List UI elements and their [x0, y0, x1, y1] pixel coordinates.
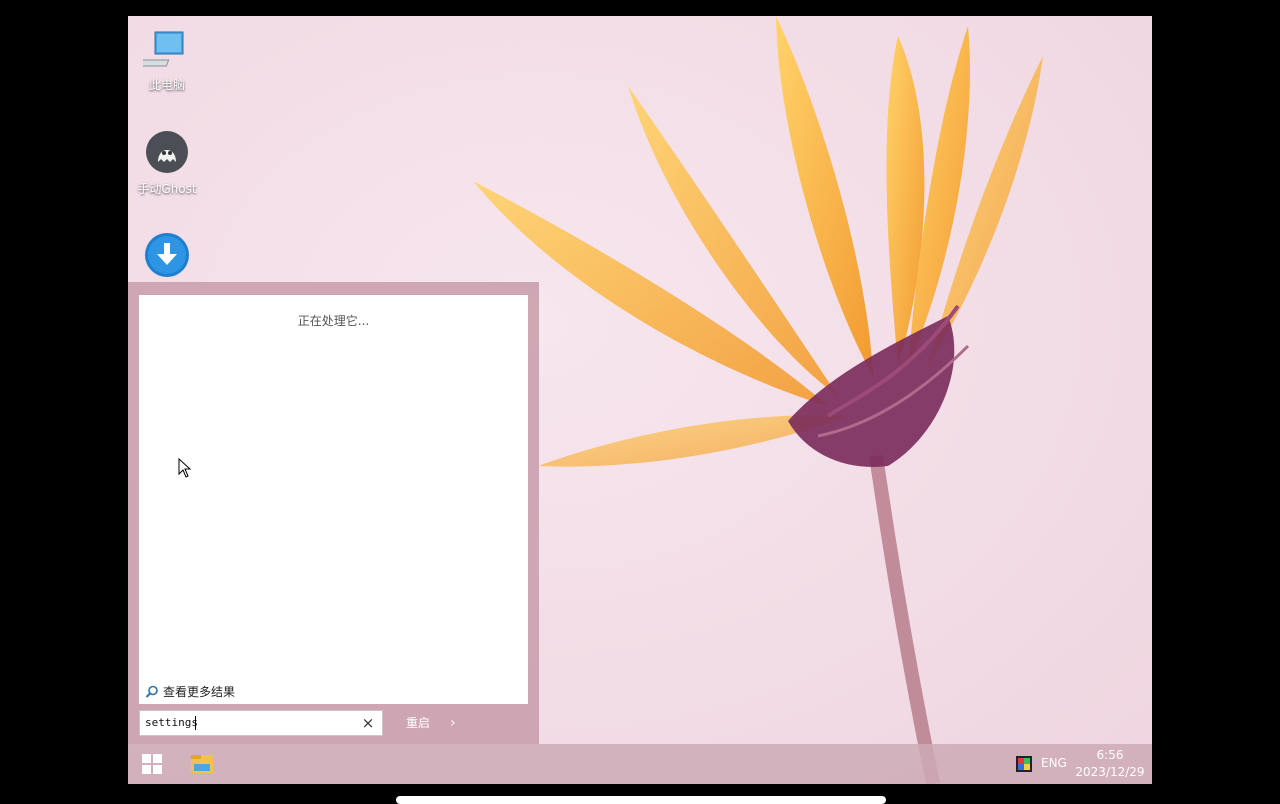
processing-status-text: 正在处理它...: [297, 314, 370, 328]
host-bottom-bar: [396, 796, 886, 804]
desktop-screen: 此电脑 手动Ghost 正在处理它... 查看更多结果 settings × 重…: [128, 16, 1152, 784]
start-menu: 正在处理它... 查看更多结果 settings × 重启 ›: [128, 282, 539, 744]
restart-label: 重启: [406, 716, 431, 730]
mouse-cursor-icon: [178, 458, 192, 478]
search-results-panel: 正在处理它... 查看更多结果: [139, 295, 528, 704]
search-input-value: settings: [145, 716, 198, 729]
desktop-icon-label: 手动Ghost: [137, 182, 197, 196]
clock-time: 6:56: [1096, 748, 1124, 762]
ghost-icon: [146, 131, 188, 173]
download-icon: [145, 233, 189, 277]
computer-icon: [143, 31, 184, 67]
desktop-icon-this-pc[interactable]: 此电脑: [128, 26, 207, 93]
search-input[interactable]: settings ×: [139, 710, 383, 736]
desktop-icon-manual-ghost[interactable]: 手动Ghost: [128, 130, 207, 197]
language-indicator[interactable]: ENG: [1041, 756, 1067, 770]
text-caret: [195, 716, 196, 730]
restart-button[interactable]: 重启 ›: [406, 714, 456, 731]
file-explorer-icon[interactable]: [188, 752, 216, 776]
see-more-results-link[interactable]: 查看更多结果: [145, 683, 235, 700]
desktop-icon-download[interactable]: [128, 232, 207, 282]
search-icon: [145, 685, 158, 698]
taskbar: ENG 6:56 2023/12/29: [128, 744, 1152, 784]
chevron-right-icon[interactable]: ›: [450, 715, 456, 731]
desktop-icon-label: 此电脑: [148, 78, 185, 92]
clear-search-button[interactable]: ×: [360, 714, 376, 732]
system-clock[interactable]: 6:56 2023/12/29: [1072, 747, 1148, 781]
clock-date: 2023/12/29: [1075, 765, 1145, 779]
color-calibration-icon[interactable]: [1016, 756, 1032, 772]
see-more-results-label: 查看更多结果: [163, 685, 236, 699]
windows-start-icon[interactable]: [138, 752, 166, 776]
